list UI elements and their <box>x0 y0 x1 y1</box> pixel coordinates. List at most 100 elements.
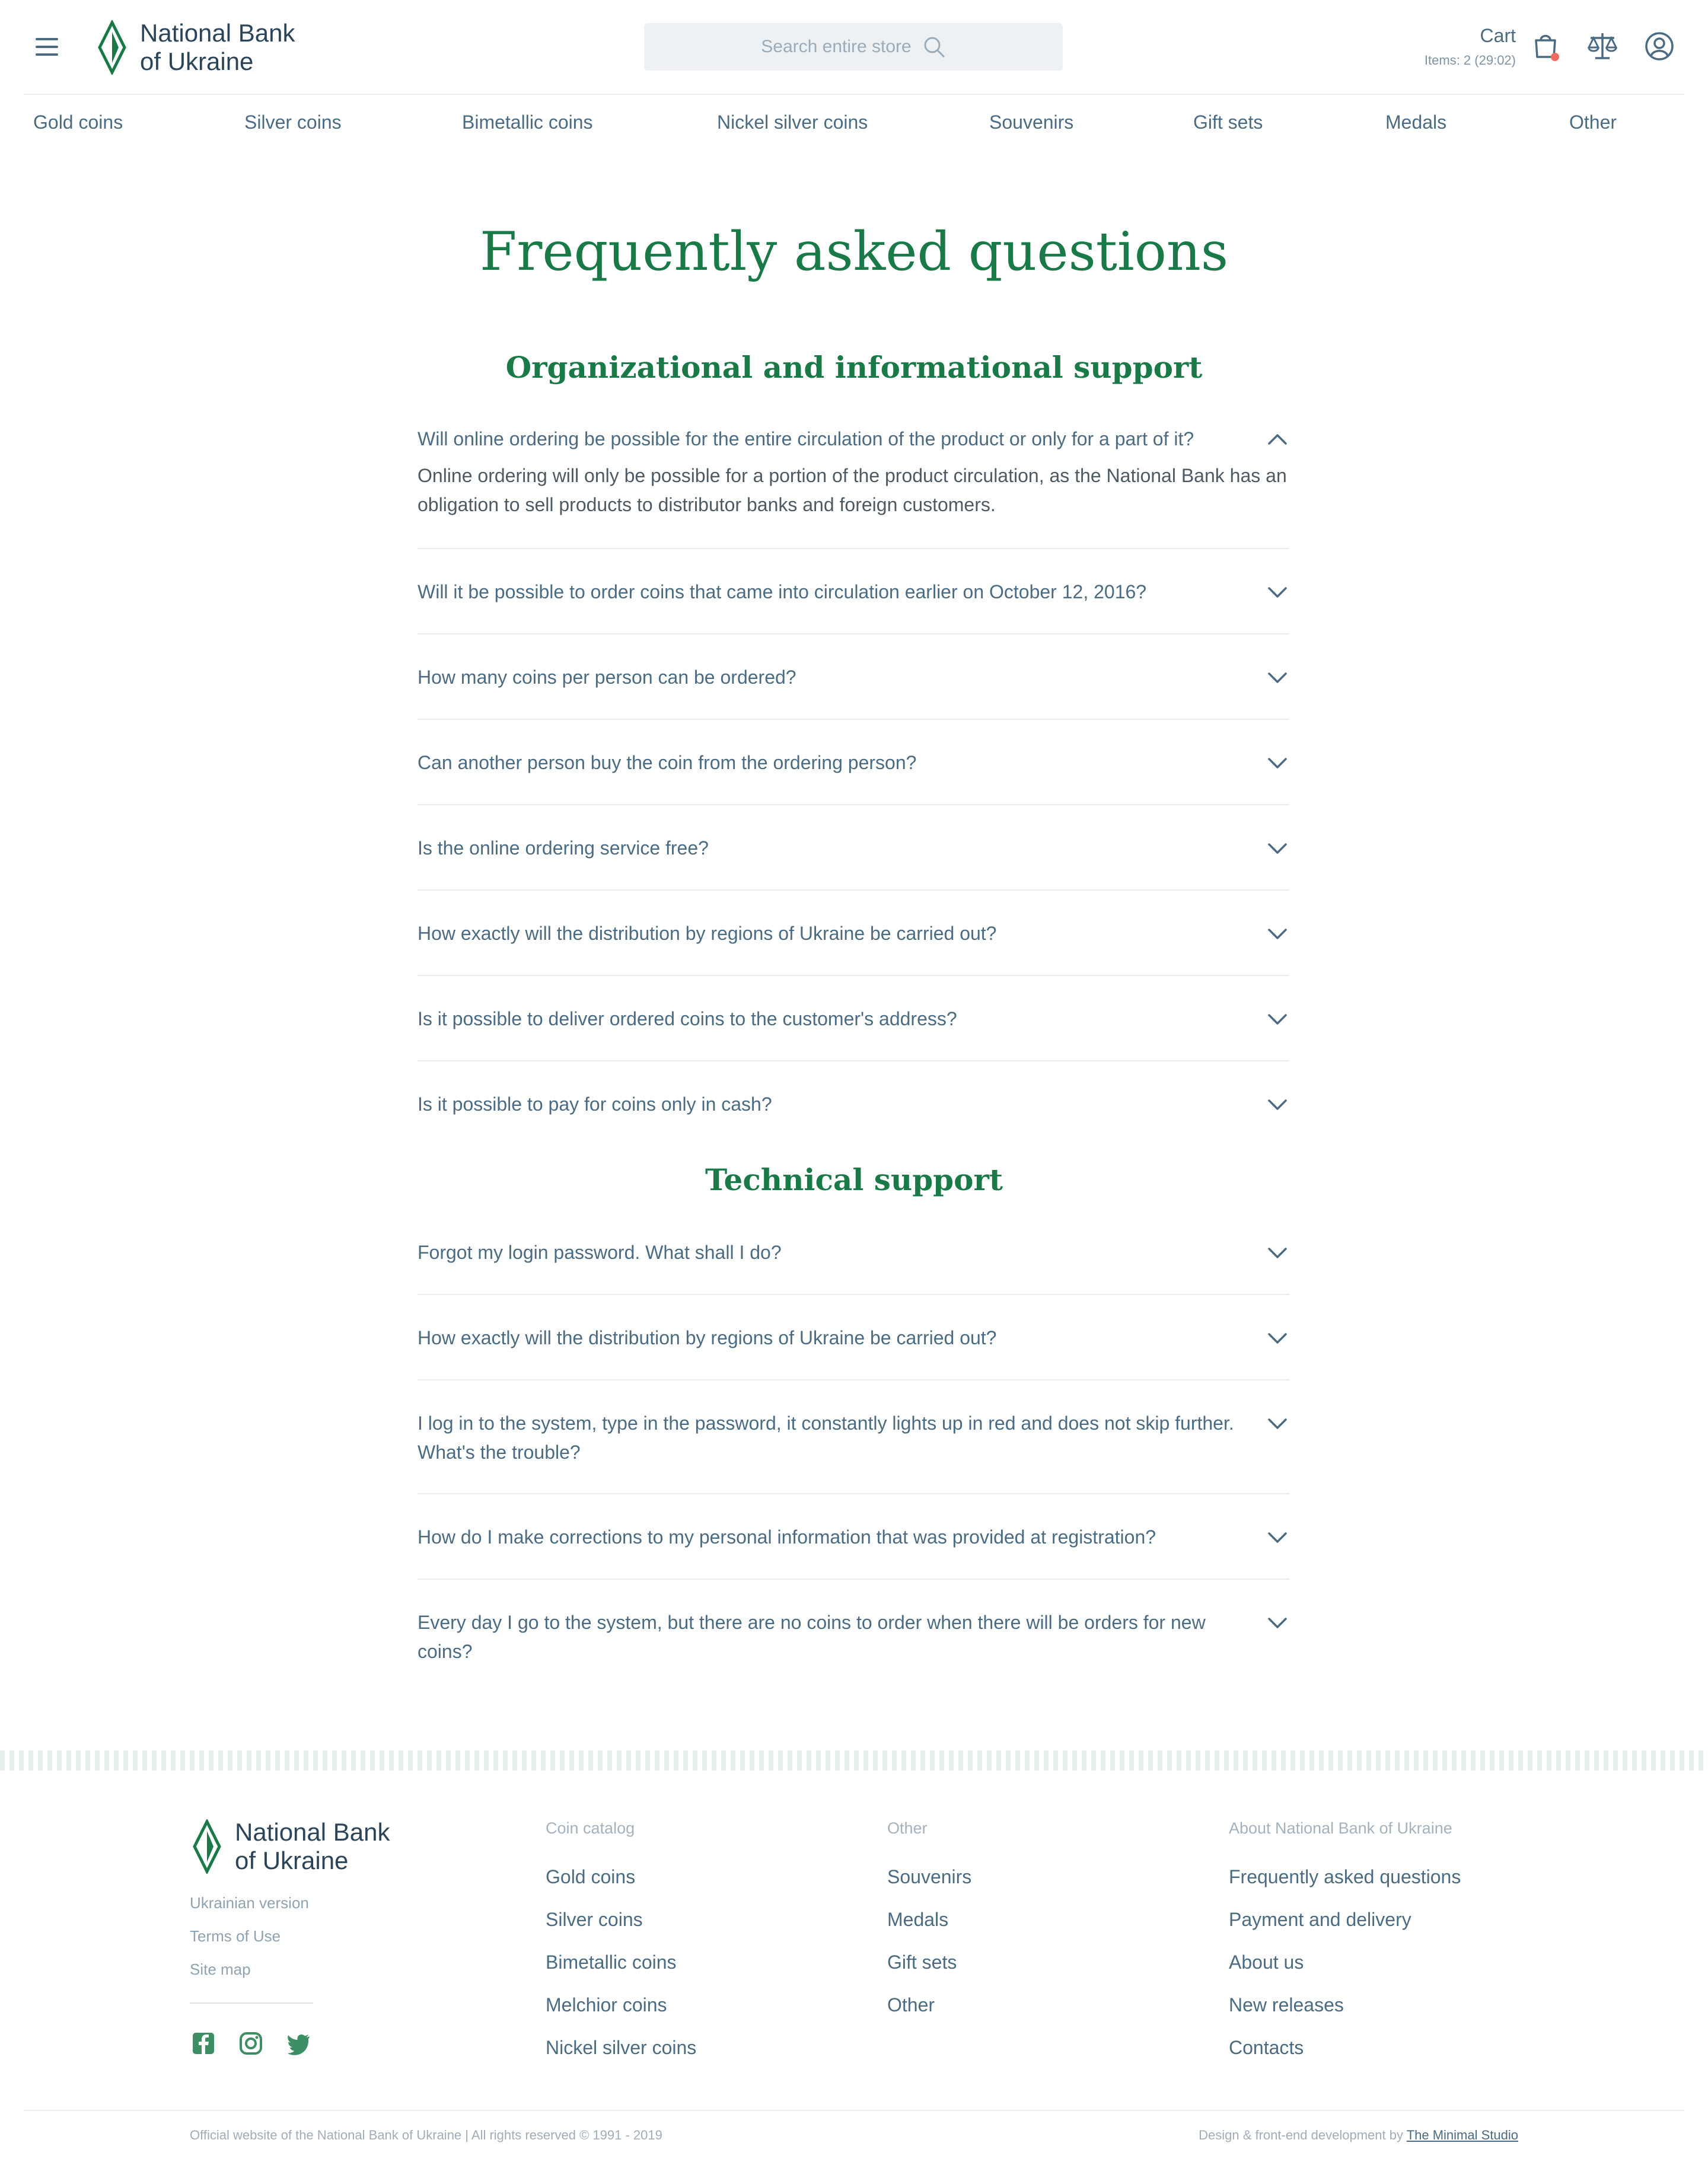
faq-question[interactable]: Will online ordering be possible for the… <box>418 425 1236 454</box>
faq-question[interactable]: Forgot my login password. What shall I d… <box>418 1238 1236 1267</box>
footer-link[interactable]: Other <box>887 1984 971 2026</box>
faq-question[interactable]: How many coins per person can be ordered… <box>418 663 1236 692</box>
logo[interactable]: National Bank of Ukraine <box>95 19 295 76</box>
site-header: National Bank of Ukraine Search entire s… <box>0 0 1708 94</box>
faq-item: Is the online ordering service free? <box>418 834 1289 891</box>
menu-icon[interactable] <box>36 38 58 56</box>
faq-question[interactable]: Is the online ordering service free? <box>418 834 1236 863</box>
nav-medals[interactable]: Medals <box>1385 111 1446 133</box>
studio-link[interactable]: The Minimal Studio <box>1407 2128 1518 2142</box>
footer-link[interactable]: Frequently asked questions <box>1229 1855 1461 1898</box>
footer-divider <box>24 2110 1684 2111</box>
nav-souvenirs[interactable]: Souvenirs <box>989 111 1073 133</box>
footer-link[interactable]: Nickel silver coins <box>546 2026 696 2069</box>
search-placeholder: Search entire store <box>761 37 912 56</box>
chevron-down-icon[interactable] <box>1266 583 1289 600</box>
terms-of-use-link[interactable]: Terms of Use <box>190 1927 281 1946</box>
faq-answer: Online ordering will only be possible fo… <box>418 465 1287 515</box>
faq-question[interactable]: Can another person buy the coin from the… <box>418 748 1236 777</box>
chevron-down-icon[interactable] <box>1266 1415 1289 1431</box>
page-title: Frequently asked questions <box>479 221 1229 283</box>
faq-question[interactable]: Is it possible to deliver ordered coins … <box>418 1005 1236 1034</box>
faq-item: How many coins per person can be ordered… <box>418 663 1289 720</box>
section-title-technical: Technical support <box>705 1162 1003 1197</box>
footer-link[interactable]: Medals <box>887 1898 971 1941</box>
faq-question[interactable]: How exactly will the distribution by reg… <box>418 1324 1236 1353</box>
faq-question[interactable]: I log in to the system, type in the pass… <box>418 1409 1236 1467</box>
logo-mark-icon <box>98 20 126 75</box>
footer-col-heading: Other <box>887 1819 928 1837</box>
faq-item: Will online ordering be possible for the… <box>418 425 1289 549</box>
logo-mark-icon <box>193 1819 221 1874</box>
footer-link[interactable]: Contacts <box>1229 2026 1461 2069</box>
faq-item: How do I make corrections to my personal… <box>418 1523 1289 1580</box>
copyright-text: Official website of the National Bank of… <box>190 2128 662 2142</box>
footer-logo-line1: National Bank <box>235 1818 390 1846</box>
faq-item: Forgot my login password. What shall I d… <box>418 1238 1289 1295</box>
logo-line1: National Bank <box>140 19 295 47</box>
footer-logo[interactable]: National Bank of Ukraine <box>190 1818 390 1875</box>
site-map-link[interactable]: Site map <box>190 1960 251 1979</box>
footer-link[interactable]: Payment and delivery <box>1229 1898 1461 1941</box>
footer-link[interactable]: Bimetallic coins <box>546 1941 696 1984</box>
search-input[interactable]: Search entire store <box>644 23 1063 71</box>
nav-other[interactable]: Other <box>1569 111 1617 133</box>
faq-item: I log in to the system, type in the pass… <box>418 1409 1289 1494</box>
footer-col-heading: Coin catalog <box>546 1819 635 1837</box>
search-icon <box>924 37 945 58</box>
faq-item: How exactly will the distribution by reg… <box>418 919 1289 976</box>
footer-side-divider <box>190 2002 313 2004</box>
faq-question[interactable]: Is it possible to pay for coins only in … <box>418 1090 1236 1119</box>
twitter-icon[interactable] <box>286 2031 311 2056</box>
section-title-organizational: Organizational and informational support <box>505 350 1203 385</box>
footer-col-coin-catalog: Coin catalog Gold coins Silver coins Bim… <box>546 1819 696 2069</box>
ukrainian-version-link[interactable]: Ukrainian version <box>190 1894 309 1912</box>
footer-link[interactable]: Gift sets <box>887 1941 971 1984</box>
footer-link[interactable]: About us <box>1229 1941 1461 1984</box>
facebook-icon[interactable] <box>191 2031 216 2056</box>
chevron-down-icon[interactable] <box>1266 1244 1289 1261</box>
faq-question[interactable]: Will it be possible to order coins that … <box>418 578 1236 607</box>
faq-item: Is it possible to deliver ordered coins … <box>418 1005 1289 1061</box>
footer-link[interactable]: Souvenirs <box>887 1855 971 1898</box>
faq-item: Every day I go to the system, but there … <box>418 1608 1289 1685</box>
cart-bag-icon[interactable] <box>1529 30 1562 63</box>
cart-items-count: Items: 2 (29:02) <box>1424 53 1516 68</box>
nav-bimetallic-coins[interactable]: Bimetallic coins <box>462 111 593 133</box>
faq-question[interactable]: How exactly will the distribution by reg… <box>418 919 1236 948</box>
faq-item: Will it be possible to order coins that … <box>418 578 1289 634</box>
faq-item: Can another person buy the coin from the… <box>418 748 1289 805</box>
footer-link[interactable]: Gold coins <box>546 1855 696 1898</box>
chevron-down-icon[interactable] <box>1266 1529 1289 1545</box>
chevron-down-icon[interactable] <box>1266 1096 1289 1112</box>
footer-link[interactable]: Silver coins <box>546 1898 696 1941</box>
nav-gold-coins[interactable]: Gold coins <box>33 111 123 133</box>
faq-question[interactable]: How do I make corrections to my personal… <box>418 1523 1236 1552</box>
nav-gift-sets[interactable]: Gift sets <box>1193 111 1263 133</box>
credits: Design & front-end development by The Mi… <box>1199 2128 1518 2143</box>
chevron-down-icon[interactable] <box>1266 1614 1289 1631</box>
chevron-down-icon[interactable] <box>1266 840 1289 856</box>
credits-prefix: Design & front-end development by <box>1199 2128 1407 2142</box>
chevron-up-icon[interactable] <box>1266 431 1289 447</box>
instagram-icon[interactable] <box>238 2031 263 2056</box>
footer-pattern-divider <box>0 1750 1708 1771</box>
user-account-icon[interactable] <box>1643 30 1676 63</box>
nav-silver-coins[interactable]: Silver coins <box>244 111 342 133</box>
footer-logo-line2: of Ukraine <box>235 1847 349 1874</box>
compare-scales-icon[interactable] <box>1586 30 1619 63</box>
chevron-down-icon[interactable] <box>1266 669 1289 685</box>
cart-label: Cart <box>1480 25 1516 46</box>
chevron-down-icon[interactable] <box>1266 1010 1289 1027</box>
chevron-down-icon[interactable] <box>1266 925 1289 942</box>
category-nav: Gold coins Silver coins Bimetallic coins… <box>0 95 1708 152</box>
nav-nickel-silver-coins[interactable]: Nickel silver coins <box>717 111 868 133</box>
footer-link[interactable]: Melchior coins <box>546 1984 696 2026</box>
faq-question[interactable]: Every day I go to the system, but there … <box>418 1608 1236 1666</box>
faq-item: Is it possible to pay for coins only in … <box>418 1090 1289 1137</box>
footer-link[interactable]: New releases <box>1229 1984 1461 2026</box>
chevron-down-icon[interactable] <box>1266 754 1289 771</box>
cart-summary[interactable]: Cart Items: 2 (29:02) <box>1425 25 1516 68</box>
chevron-down-icon[interactable] <box>1266 1329 1289 1346</box>
faq-item: How exactly will the distribution by reg… <box>418 1324 1289 1380</box>
